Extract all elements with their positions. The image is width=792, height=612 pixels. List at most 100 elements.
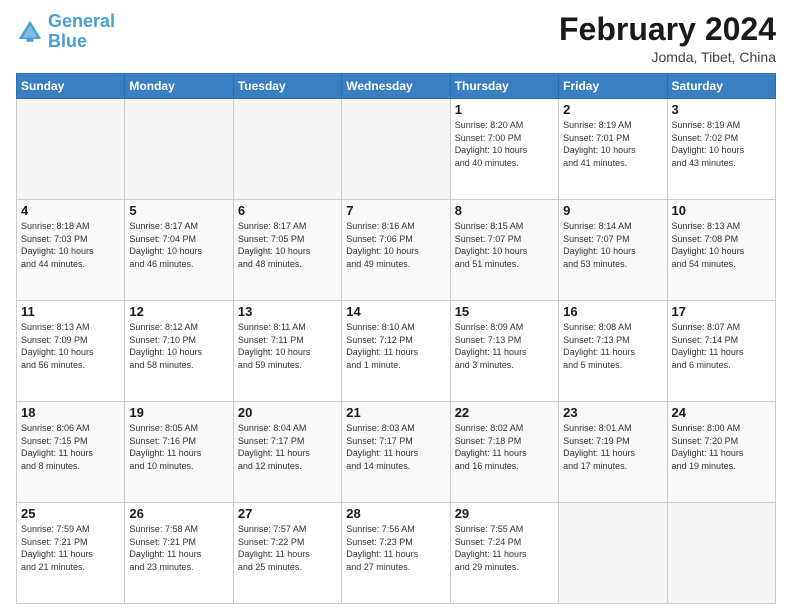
week-row-4: 18 Sunrise: 8:06 AM Sunset: 7:15 PM Dayli… <box>17 402 776 503</box>
page: General Blue February 2024 Jomda, Tibet,… <box>0 0 792 612</box>
day-cell: 24 Sunrise: 8:00 AM Sunset: 7:20 PM Dayli… <box>667 402 775 503</box>
day-cell: 2 Sunrise: 8:19 AM Sunset: 7:01 PM Daylig… <box>559 99 667 200</box>
day-number: 27 <box>238 506 337 521</box>
calendar-table: SundayMondayTuesdayWednesdayThursdayFrid… <box>16 73 776 604</box>
day-cell: 17 Sunrise: 8:07 AM Sunset: 7:14 PM Dayli… <box>667 301 775 402</box>
day-number: 17 <box>672 304 771 319</box>
day-number: 11 <box>21 304 120 319</box>
day-number: 2 <box>563 102 662 117</box>
title-block: February 2024 Jomda, Tibet, China <box>559 12 776 65</box>
day-number: 18 <box>21 405 120 420</box>
day-cell: 27 Sunrise: 7:57 AM Sunset: 7:22 PM Dayli… <box>233 503 341 604</box>
weekday-wednesday: Wednesday <box>342 74 450 99</box>
day-number: 8 <box>455 203 554 218</box>
day-info: Sunrise: 7:55 AM Sunset: 7:24 PM Dayligh… <box>455 523 554 573</box>
day-info: Sunrise: 8:02 AM Sunset: 7:18 PM Dayligh… <box>455 422 554 472</box>
day-info: Sunrise: 8:17 AM Sunset: 7:04 PM Dayligh… <box>129 220 228 270</box>
day-info: Sunrise: 8:13 AM Sunset: 7:08 PM Dayligh… <box>672 220 771 270</box>
day-info: Sunrise: 8:14 AM Sunset: 7:07 PM Dayligh… <box>563 220 662 270</box>
day-cell: 21 Sunrise: 8:03 AM Sunset: 7:17 PM Dayli… <box>342 402 450 503</box>
day-info: Sunrise: 8:13 AM Sunset: 7:09 PM Dayligh… <box>21 321 120 371</box>
day-number: 14 <box>346 304 445 319</box>
day-info: Sunrise: 8:05 AM Sunset: 7:16 PM Dayligh… <box>129 422 228 472</box>
day-number: 28 <box>346 506 445 521</box>
day-number: 6 <box>238 203 337 218</box>
logo-blue: Blue <box>48 31 87 51</box>
day-number: 26 <box>129 506 228 521</box>
day-cell: 13 Sunrise: 8:11 AM Sunset: 7:11 PM Dayli… <box>233 301 341 402</box>
day-number: 7 <box>346 203 445 218</box>
day-number: 22 <box>455 405 554 420</box>
day-cell: 26Sunrise: 7:58 AM Sunset: 7:21 PM Dayli… <box>125 503 233 604</box>
day-info: Sunrise: 8:19 AM Sunset: 7:01 PM Dayligh… <box>563 119 662 169</box>
day-info: Sunrise: 8:03 AM Sunset: 7:17 PM Dayligh… <box>346 422 445 472</box>
day-number: 9 <box>563 203 662 218</box>
day-info: Sunrise: 7:57 AM Sunset: 7:22 PM Dayligh… <box>238 523 337 573</box>
day-number: 29 <box>455 506 554 521</box>
day-number: 12 <box>129 304 228 319</box>
day-cell: 16Sunrise: 8:08 AM Sunset: 7:13 PM Dayli… <box>559 301 667 402</box>
header: General Blue February 2024 Jomda, Tibet,… <box>16 12 776 65</box>
calendar-title: February 2024 <box>559 12 776 47</box>
day-cell: 23 Sunrise: 8:01 AM Sunset: 7:19 PM Dayli… <box>559 402 667 503</box>
day-info: Sunrise: 8:12 AM Sunset: 7:10 PM Dayligh… <box>129 321 228 371</box>
day-info: Sunrise: 8:06 AM Sunset: 7:15 PM Dayligh… <box>21 422 120 472</box>
day-number: 16 <box>563 304 662 319</box>
day-cell: 14 Sunrise: 8:10 AM Sunset: 7:12 PM Dayli… <box>342 301 450 402</box>
day-info: Sunrise: 8:16 AM Sunset: 7:06 PM Dayligh… <box>346 220 445 270</box>
weekday-thursday: Thursday <box>450 74 558 99</box>
day-cell: 15Sunrise: 8:09 AM Sunset: 7:13 PM Dayli… <box>450 301 558 402</box>
day-number: 21 <box>346 405 445 420</box>
day-cell: 20Sunrise: 8:04 AM Sunset: 7:17 PM Dayli… <box>233 402 341 503</box>
logo-text: General Blue <box>48 12 115 52</box>
logo: General Blue <box>16 12 115 52</box>
day-info: Sunrise: 8:00 AM Sunset: 7:20 PM Dayligh… <box>672 422 771 472</box>
day-cell: 8 Sunrise: 8:15 AM Sunset: 7:07 PM Daylig… <box>450 200 558 301</box>
day-info: Sunrise: 8:19 AM Sunset: 7:02 PM Dayligh… <box>672 119 771 169</box>
day-cell: 7 Sunrise: 8:16 AM Sunset: 7:06 PM Daylig… <box>342 200 450 301</box>
week-row-5: 25Sunrise: 7:59 AM Sunset: 7:21 PM Dayli… <box>17 503 776 604</box>
day-info: Sunrise: 8:11 AM Sunset: 7:11 PM Dayligh… <box>238 321 337 371</box>
day-info: Sunrise: 8:10 AM Sunset: 7:12 PM Dayligh… <box>346 321 445 371</box>
day-info: Sunrise: 8:17 AM Sunset: 7:05 PM Dayligh… <box>238 220 337 270</box>
weekday-saturday: Saturday <box>667 74 775 99</box>
day-cell: 18 Sunrise: 8:06 AM Sunset: 7:15 PM Dayli… <box>17 402 125 503</box>
day-info: Sunrise: 7:59 AM Sunset: 7:21 PM Dayligh… <box>21 523 120 573</box>
calendar-subtitle: Jomda, Tibet, China <box>559 49 776 65</box>
week-row-2: 4 Sunrise: 8:18 AM Sunset: 7:03 PM Daylig… <box>17 200 776 301</box>
day-cell: 4 Sunrise: 8:18 AM Sunset: 7:03 PM Daylig… <box>17 200 125 301</box>
day-number: 13 <box>238 304 337 319</box>
day-number: 3 <box>672 102 771 117</box>
week-row-1: 1 Sunrise: 8:20 AM Sunset: 7:00 PM Daylig… <box>17 99 776 200</box>
logo-general: General <box>48 11 115 31</box>
day-cell: 29 Sunrise: 7:55 AM Sunset: 7:24 PM Dayli… <box>450 503 558 604</box>
day-cell: 28Sunrise: 7:56 AM Sunset: 7:23 PM Dayli… <box>342 503 450 604</box>
day-info: Sunrise: 8:04 AM Sunset: 7:17 PM Dayligh… <box>238 422 337 472</box>
logo-icon <box>16 18 44 46</box>
day-cell: 9 Sunrise: 8:14 AM Sunset: 7:07 PM Daylig… <box>559 200 667 301</box>
day-info: Sunrise: 8:01 AM Sunset: 7:19 PM Dayligh… <box>563 422 662 472</box>
day-cell: 19 Sunrise: 8:05 AM Sunset: 7:16 PM Dayli… <box>125 402 233 503</box>
day-number: 19 <box>129 405 228 420</box>
day-cell <box>559 503 667 604</box>
day-info: Sunrise: 8:18 AM Sunset: 7:03 PM Dayligh… <box>21 220 120 270</box>
week-row-3: 11 Sunrise: 8:13 AM Sunset: 7:09 PM Dayli… <box>17 301 776 402</box>
day-number: 24 <box>672 405 771 420</box>
weekday-sunday: Sunday <box>17 74 125 99</box>
day-cell: 5 Sunrise: 8:17 AM Sunset: 7:04 PM Daylig… <box>125 200 233 301</box>
day-cell <box>125 99 233 200</box>
day-cell: 11 Sunrise: 8:13 AM Sunset: 7:09 PM Dayli… <box>17 301 125 402</box>
day-info: Sunrise: 8:09 AM Sunset: 7:13 PM Dayligh… <box>455 321 554 371</box>
day-number: 1 <box>455 102 554 117</box>
weekday-friday: Friday <box>559 74 667 99</box>
day-info: Sunrise: 8:07 AM Sunset: 7:14 PM Dayligh… <box>672 321 771 371</box>
day-info: Sunrise: 8:20 AM Sunset: 7:00 PM Dayligh… <box>455 119 554 169</box>
day-cell: 25Sunrise: 7:59 AM Sunset: 7:21 PM Dayli… <box>17 503 125 604</box>
day-number: 23 <box>563 405 662 420</box>
weekday-header-row: SundayMondayTuesdayWednesdayThursdayFrid… <box>17 74 776 99</box>
day-number: 10 <box>672 203 771 218</box>
weekday-monday: Monday <box>125 74 233 99</box>
day-number: 5 <box>129 203 228 218</box>
day-number: 4 <box>21 203 120 218</box>
day-info: Sunrise: 8:15 AM Sunset: 7:07 PM Dayligh… <box>455 220 554 270</box>
